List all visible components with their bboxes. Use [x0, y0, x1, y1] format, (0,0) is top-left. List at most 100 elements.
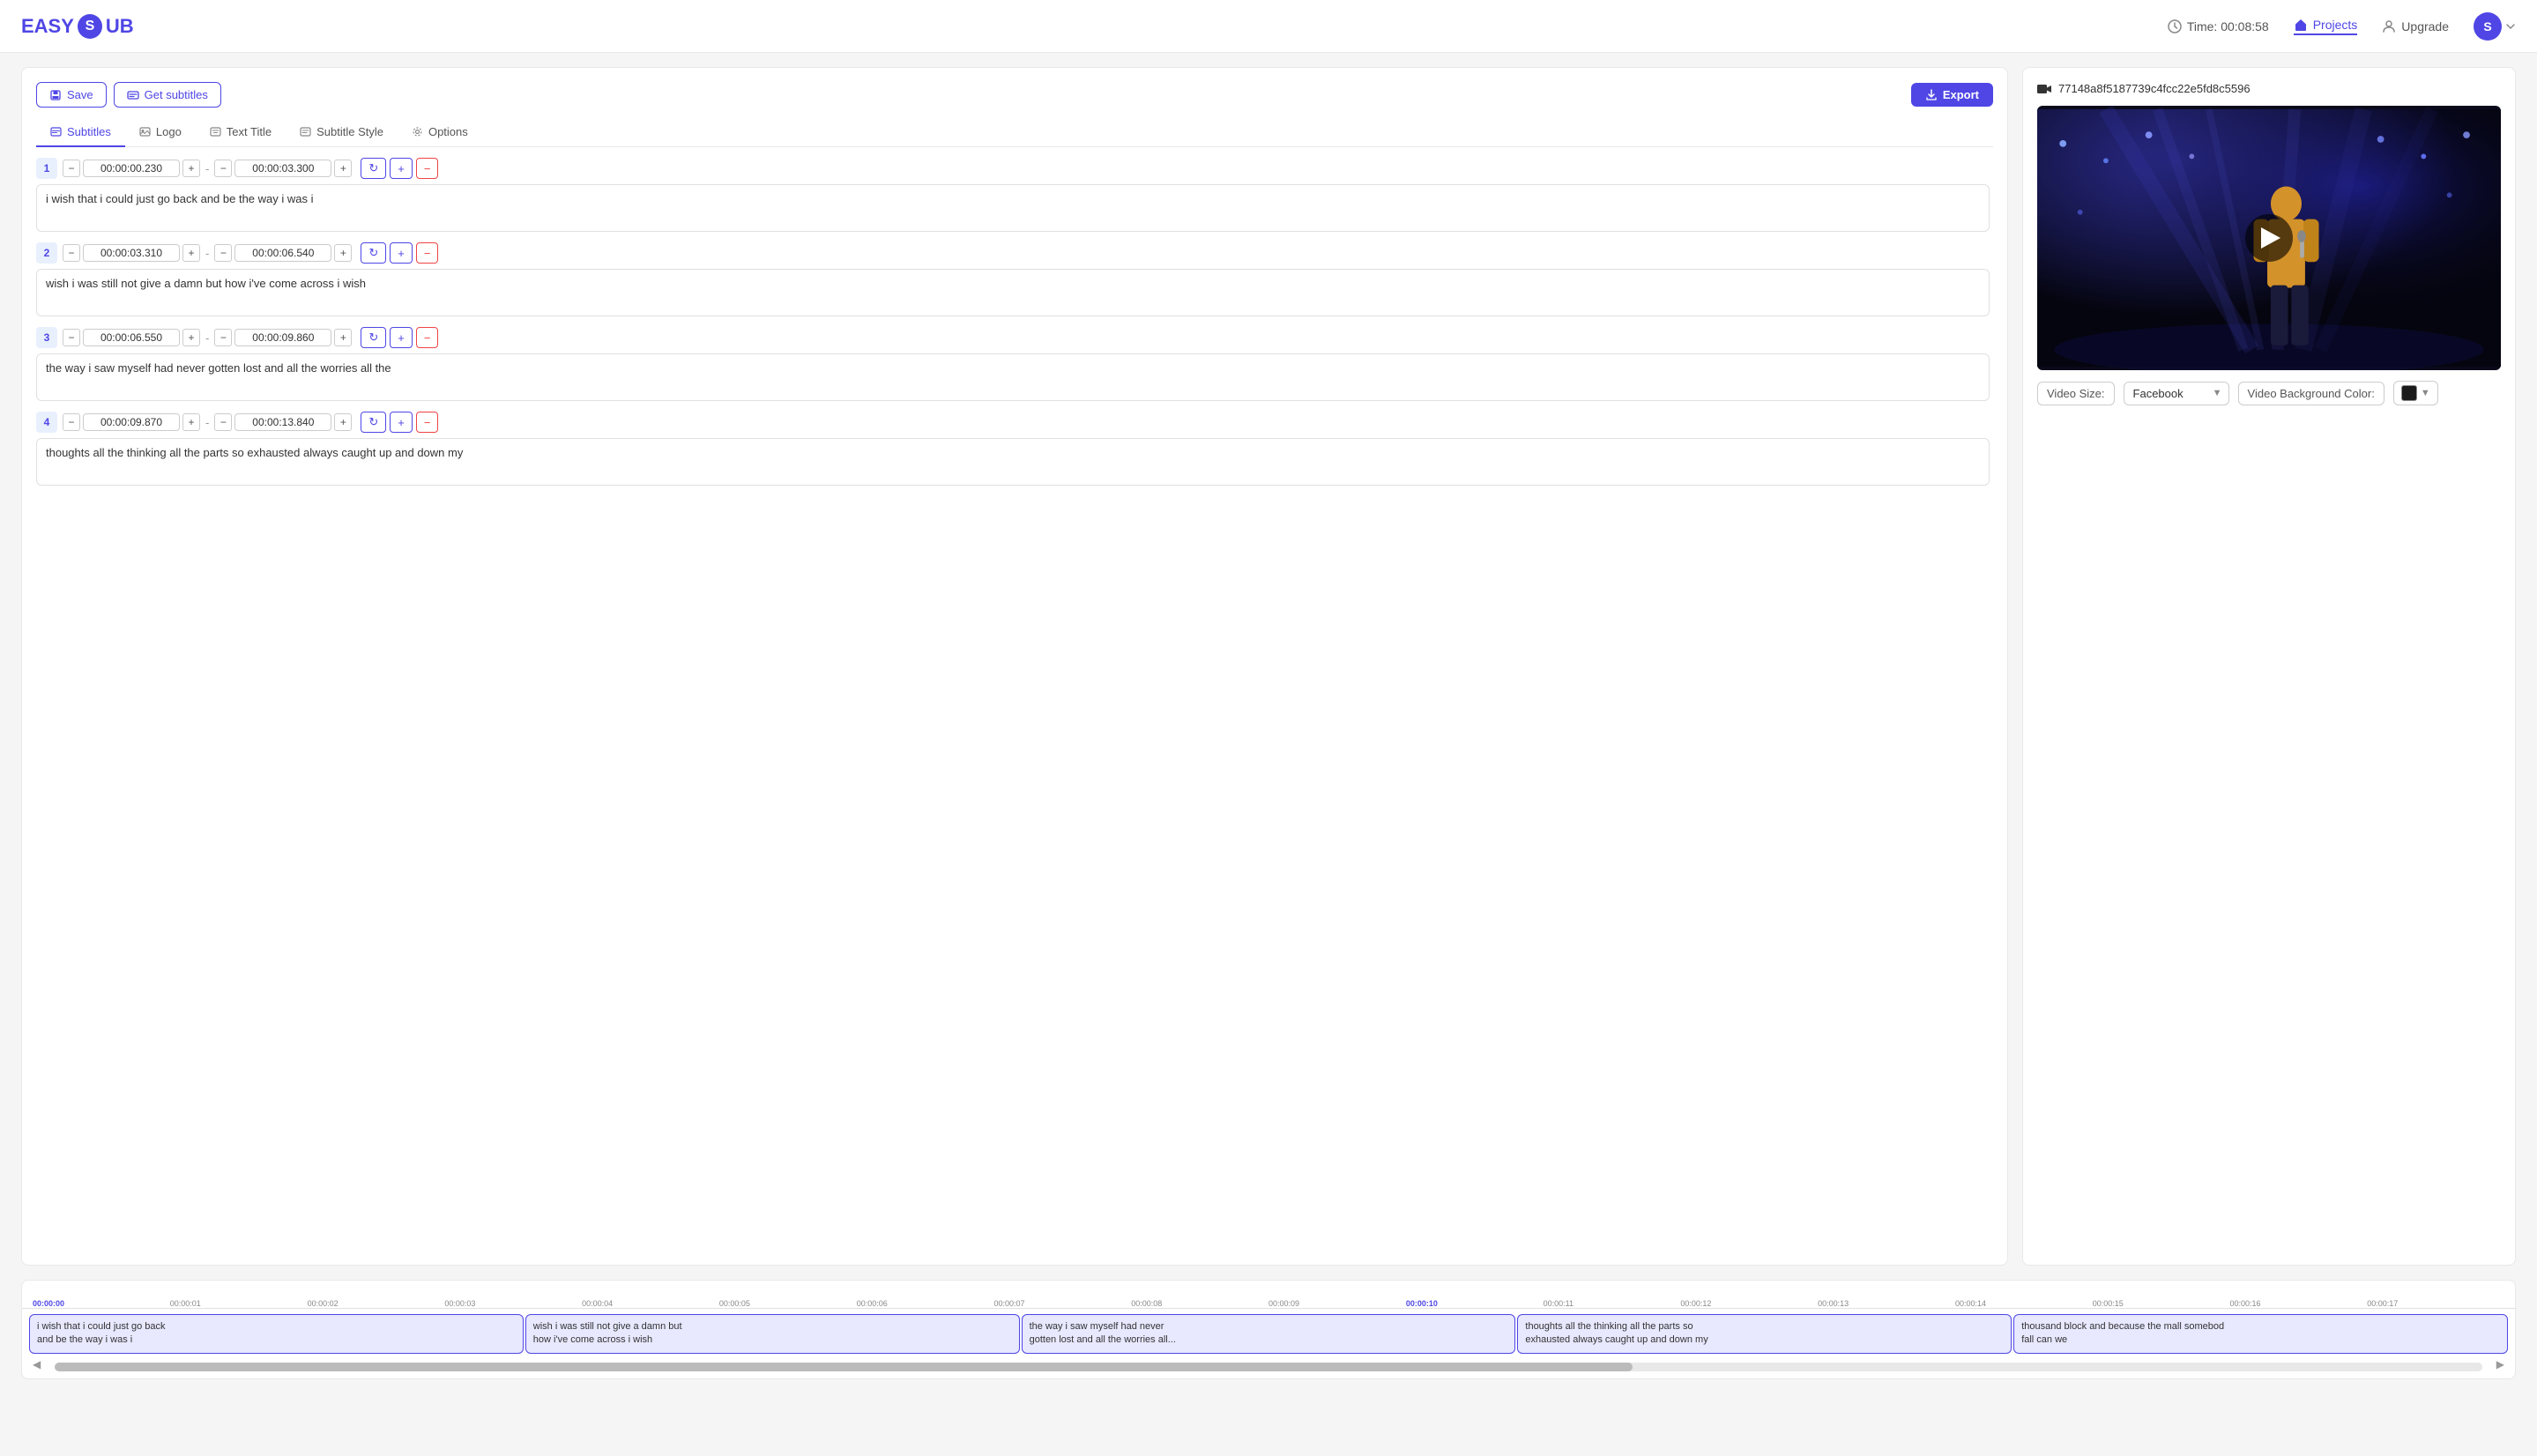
tab-logo[interactable]: Logo [125, 118, 196, 147]
remove-subtitle-button[interactable]: − [416, 242, 439, 264]
add-subtitle-button[interactable]: + [390, 158, 413, 179]
start-minus-button[interactable]: − [63, 413, 80, 431]
timeline-scroll-right[interactable]: ▶ [2493, 1358, 2508, 1371]
ruler-mark-label: 00:00:01 [170, 1299, 201, 1308]
bg-color-label: Video Background Color: [2238, 382, 2384, 405]
start-plus-button[interactable]: + [182, 329, 200, 346]
timeline-track-block[interactable]: wish i was still not give a damn but how… [525, 1314, 1020, 1354]
color-swatch-arrow: ▼ [2421, 388, 2430, 398]
upgrade-nav[interactable]: Upgrade [2382, 19, 2449, 33]
add-subtitle-button[interactable]: + [390, 242, 413, 264]
subtitles-tab-icon [50, 126, 62, 137]
subtitle-text-area[interactable]: thoughts all the thinking all the parts … [36, 438, 1990, 486]
start-plus-button[interactable]: + [182, 244, 200, 262]
refresh-button[interactable]: ↻ [361, 158, 386, 179]
get-subtitles-button[interactable]: Get subtitles [114, 82, 221, 108]
subtitle-item: 1 − + - − + ↻ + − i wish that i could ju… [36, 158, 1990, 232]
remove-subtitle-button[interactable]: − [416, 158, 439, 179]
tab-subtitle-style-label: Subtitle Style [316, 125, 383, 138]
add-subtitle-button[interactable]: + [390, 412, 413, 433]
end-time-input[interactable] [234, 413, 331, 431]
time-separator: - [205, 162, 209, 175]
subtitle-list: 1 − + - − + ↻ + − i wish that i could ju… [36, 158, 1993, 486]
timeline-track-block[interactable]: thousand block and because the mall some… [2013, 1314, 2508, 1354]
timeline-scroll-left[interactable]: ◀ [29, 1358, 44, 1371]
end-plus-button[interactable]: + [334, 244, 352, 262]
track-block-text: i wish that i could just go back and be … [37, 1320, 516, 1348]
ruler-marks: 00:00:0000:00:0100:00:0200:00:0300:00:04… [29, 1299, 2508, 1308]
start-plus-button[interactable]: + [182, 413, 200, 431]
save-button[interactable]: Save [36, 82, 107, 108]
text-title-tab-icon [210, 126, 221, 137]
logo[interactable]: EASYSUB [21, 14, 134, 39]
subtitle-text-area[interactable]: the way i saw myself had never gotten lo… [36, 353, 1990, 401]
track-block-text: thoughts all the thinking all the parts … [1525, 1320, 2004, 1348]
tab-subtitle-style[interactable]: Subtitle Style [286, 118, 398, 147]
start-time-input[interactable] [83, 160, 180, 177]
video-size-select[interactable]: Facebook YouTube Instagram Twitter [2124, 382, 2229, 405]
timeline-track-block[interactable]: i wish that i could just go back and be … [29, 1314, 524, 1354]
left-panel: Save Get subtitles Export Subtitles Logo [21, 67, 2008, 1266]
avatar[interactable]: S [2474, 12, 2502, 41]
ruler-mark: 00:00:03 [444, 1299, 582, 1308]
end-plus-button[interactable]: + [334, 329, 352, 346]
subtitle-item: 3 − + - − + ↻ + − the way i saw myself h… [36, 327, 1990, 401]
start-minus-button[interactable]: − [63, 244, 80, 262]
start-time-input[interactable] [83, 413, 180, 431]
refresh-button[interactable]: ↻ [361, 412, 386, 433]
time-separator: - [205, 416, 209, 429]
end-time-input[interactable] [234, 160, 331, 177]
end-plus-button[interactable]: + [334, 160, 352, 177]
refresh-button[interactable]: ↻ [361, 327, 386, 348]
header-time: Time: 00:08:58 [2168, 19, 2269, 33]
end-minus-button[interactable]: − [214, 413, 232, 431]
end-time-input[interactable] [234, 329, 331, 346]
end-time-input[interactable] [234, 244, 331, 262]
tab-subtitles[interactable]: Subtitles [36, 118, 125, 147]
color-swatch [2401, 385, 2417, 401]
refresh-button[interactable]: ↻ [361, 242, 386, 264]
bg-color-picker[interactable]: ▼ [2393, 381, 2438, 405]
start-minus-button[interactable]: − [63, 160, 80, 177]
subtitle-row: 4 − + - − + ↻ + − [36, 412, 1990, 433]
ruler-mark: 00:00:17 [2367, 1299, 2504, 1308]
logo-tab-icon [139, 126, 151, 137]
ruler-mark: 00:00:01 [170, 1299, 308, 1308]
start-plus-button[interactable]: + [182, 160, 200, 177]
export-button[interactable]: Export [1911, 83, 1993, 107]
end-minus-button[interactable]: − [214, 329, 232, 346]
remove-subtitle-button[interactable]: − [416, 412, 439, 433]
timeline-track-block[interactable]: thoughts all the thinking all the parts … [1517, 1314, 2012, 1354]
time-start-ctrl: − + [63, 413, 200, 431]
tab-text-title-label: Text Title [227, 125, 272, 138]
video-size-select-wrap: Facebook YouTube Instagram Twitter ▼ [2124, 382, 2229, 405]
timeline-scrollbar[interactable] [55, 1363, 2482, 1371]
play-triangle [2261, 227, 2280, 249]
add-subtitle-button[interactable]: + [390, 327, 413, 348]
tab-logo-label: Logo [156, 125, 182, 138]
end-minus-button[interactable]: − [214, 244, 232, 262]
tab-options[interactable]: Options [398, 118, 482, 147]
subtitle-text-area[interactable]: i wish that i could just go back and be … [36, 184, 1990, 232]
end-plus-button[interactable]: + [334, 413, 352, 431]
play-button-overlay[interactable] [2245, 214, 2293, 262]
home-icon [2294, 18, 2308, 32]
start-time-input[interactable] [83, 329, 180, 346]
tab-text-title[interactable]: Text Title [196, 118, 286, 147]
subtitle-text-area[interactable]: wish i was still not give a damn but how… [36, 269, 1990, 316]
ruler-mark: 00:00:00 [33, 1299, 170, 1308]
subtitle-number: 1 [36, 158, 57, 179]
ruler-mark-label: 00:00:04 [582, 1299, 613, 1308]
avatar-wrap[interactable]: S [2474, 12, 2516, 41]
projects-nav[interactable]: Projects [2294, 18, 2358, 35]
timeline-track-block[interactable]: the way i saw myself had never gotten lo… [1022, 1314, 1516, 1354]
start-minus-button[interactable]: − [63, 329, 80, 346]
ruler-mark: 00:00:13 [1818, 1299, 1955, 1308]
remove-subtitle-button[interactable]: − [416, 327, 439, 348]
start-time-input[interactable] [83, 244, 180, 262]
logo-easy: EASY [21, 15, 74, 38]
play-button[interactable] [2245, 214, 2293, 262]
track-block-text: the way i saw myself had never gotten lo… [1030, 1320, 1508, 1348]
end-minus-button[interactable]: − [214, 160, 232, 177]
action-buttons: ↻ + − [361, 412, 438, 433]
